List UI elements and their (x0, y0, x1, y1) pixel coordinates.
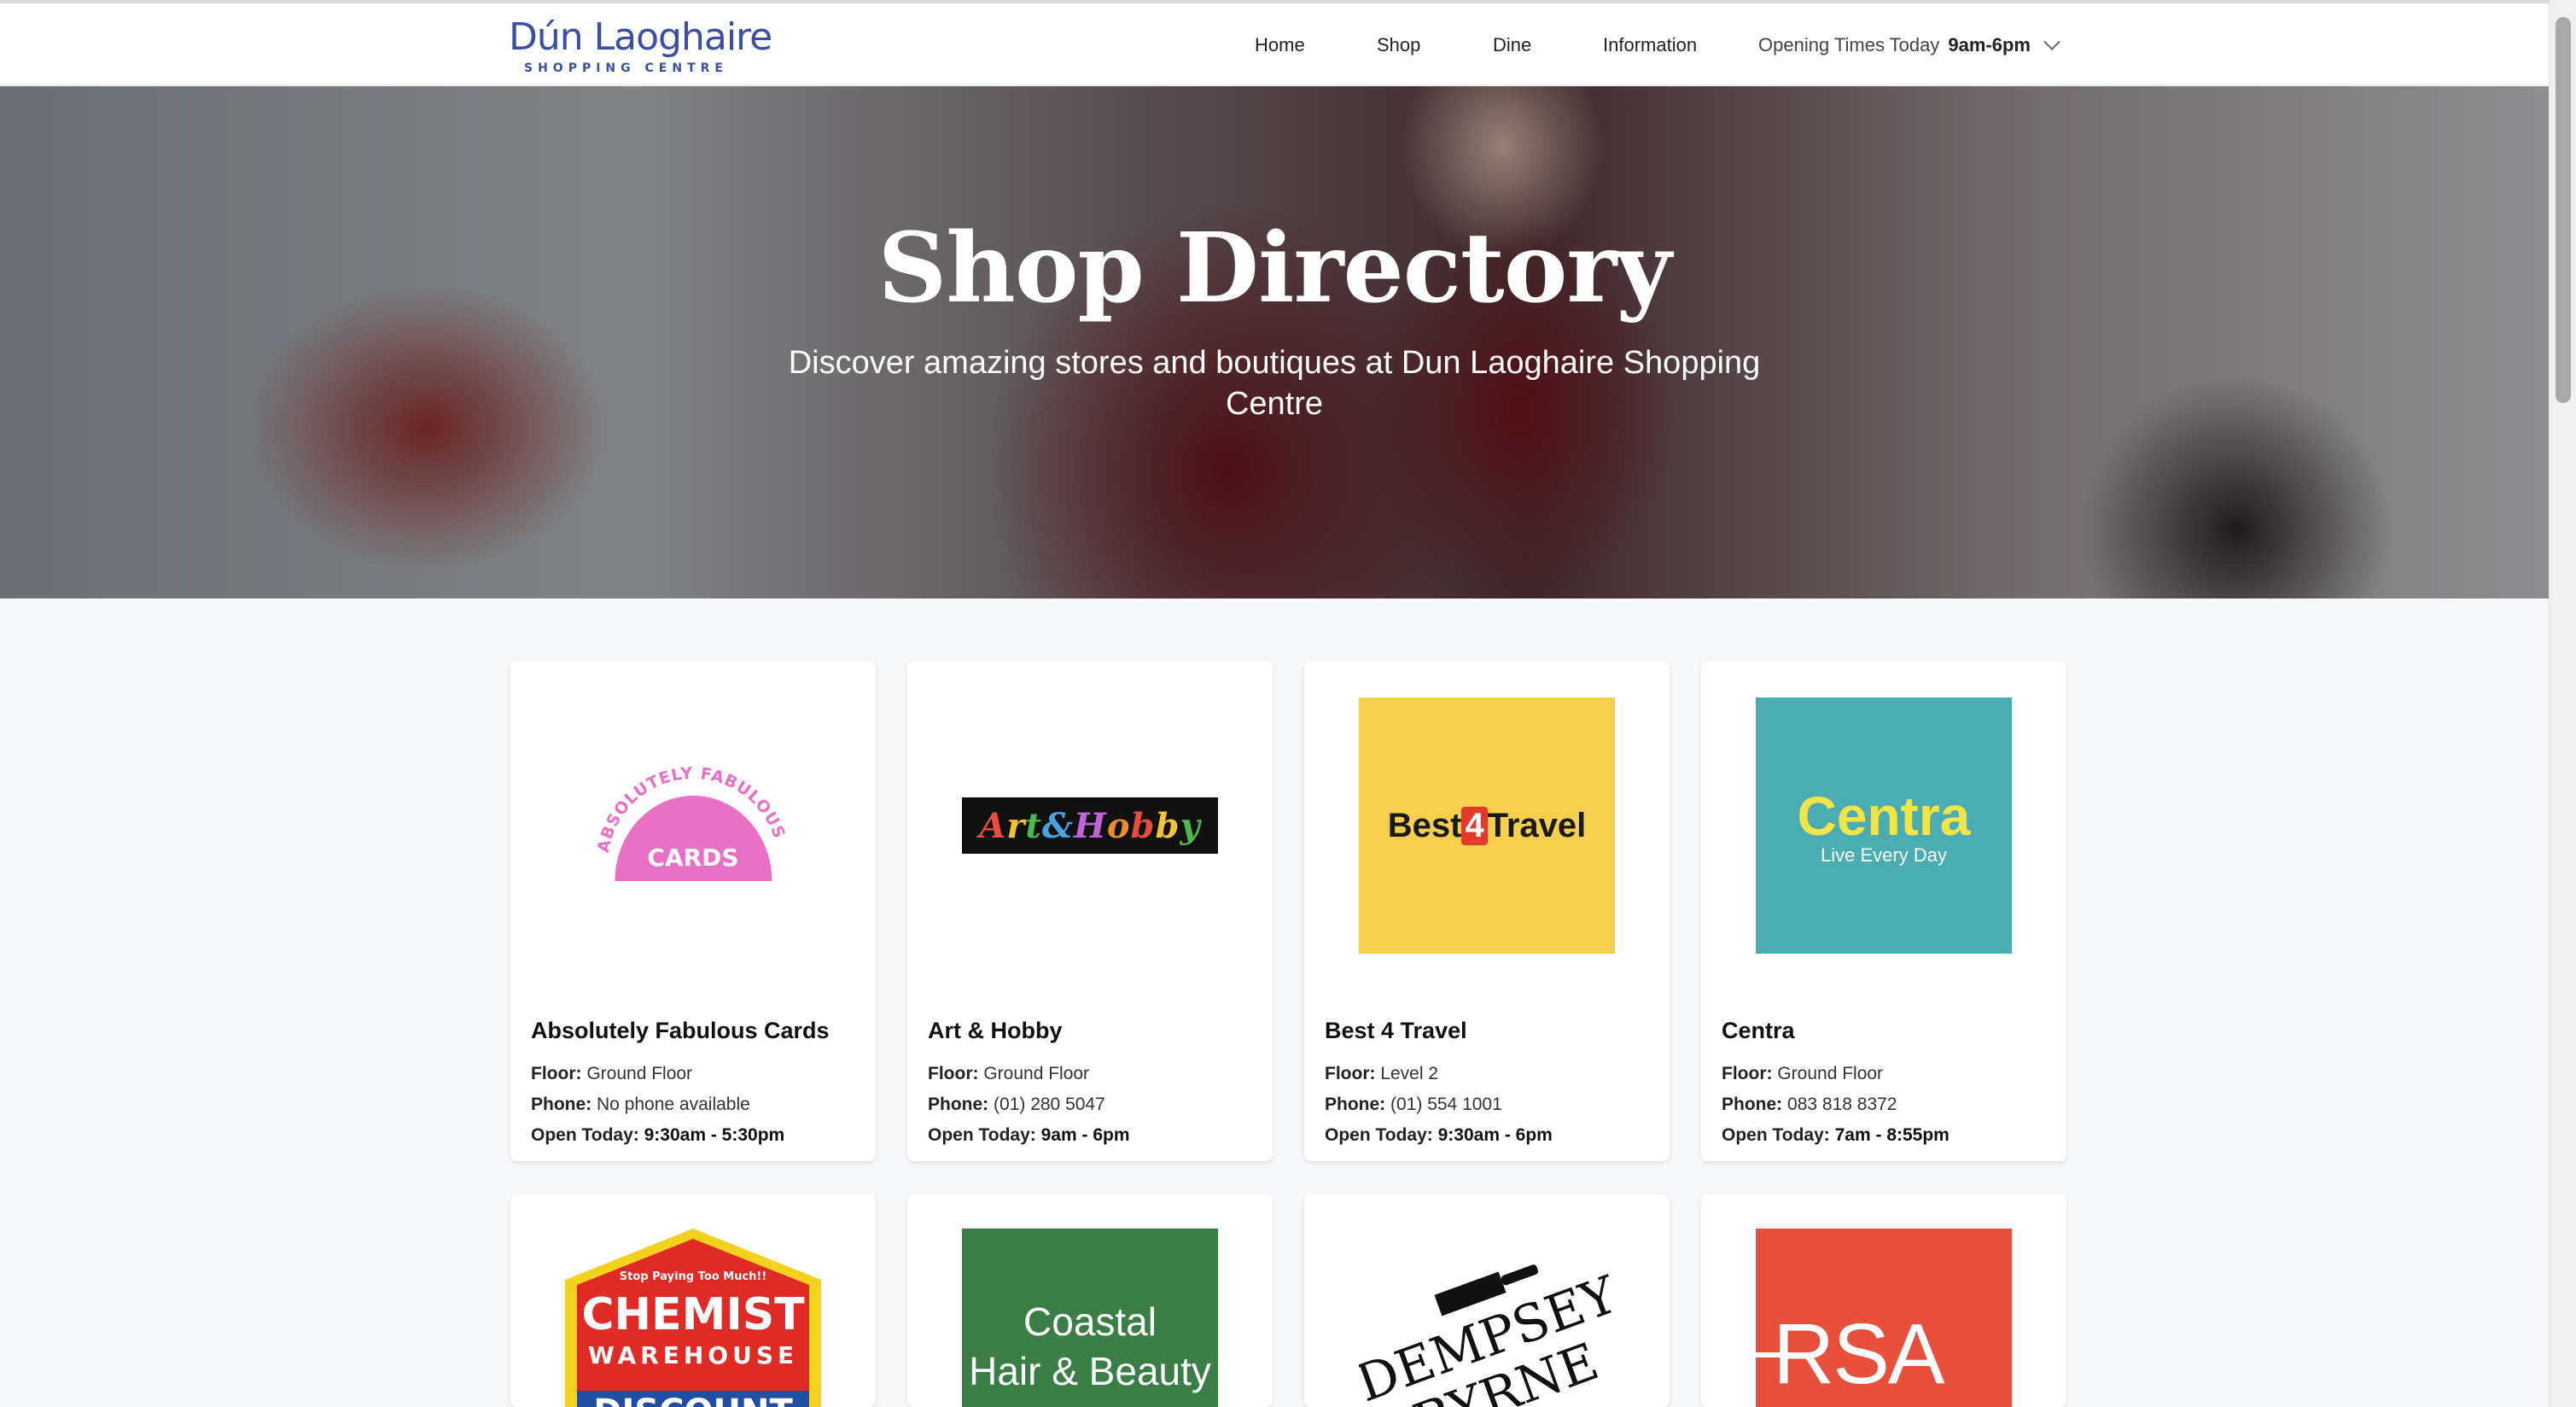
nav-home[interactable]: Home (1255, 34, 1305, 56)
svg-text:WAREHOUSE: WAREHOUSE (588, 1341, 798, 1369)
shop-card[interactable]: RSA (1701, 1194, 2066, 1407)
svg-text:Stop Paying Too Much!!: Stop Paying Too Much!! (620, 1270, 766, 1283)
shop-phone: Phone: 083 818 8372 (1722, 1095, 1897, 1114)
page-title: Shop Directory (877, 213, 1672, 324)
opening-times-label: Opening Times Today (1758, 34, 1940, 55)
shop-logo: Best 4 Travel (1304, 661, 1670, 990)
art-and-hobby-logo: Art&Hobby (962, 797, 1218, 854)
opening-times-value: 9am-6pm (1948, 34, 2031, 55)
shop-floor: Floor: Ground Floor (928, 1064, 1090, 1083)
shop-name: Art & Hobby (928, 1018, 1063, 1043)
logo-subtitle: SHOPPING CENTRE (524, 61, 728, 75)
shop-hours: Open Today: 9:30am - 5:30pm (531, 1125, 785, 1145)
nav-dine[interactable]: Dine (1493, 34, 1531, 56)
centra-logo: Centra Live Every Day (1756, 698, 2012, 954)
nav-information[interactable]: Information (1603, 34, 1697, 56)
art-and-hobby-logo-text: Art&Hobby (979, 806, 1200, 846)
svg-text:DISCOUNT: DISCOUNT (593, 1392, 793, 1407)
shop-card[interactable]: Art&Hobby Art & Hobby Floor: Ground Floo… (907, 661, 1273, 1161)
logo-letter: r (1006, 805, 1026, 846)
svg-text:CARDS: CARDS (647, 844, 738, 872)
shop-card[interactable]: ABSOLUTELY FABULOUS CARDS Absolutely Fab… (510, 661, 876, 1161)
shop-floor: Floor: Ground Floor (531, 1064, 693, 1083)
shop-floor: Floor: Ground Floor (1722, 1064, 1884, 1083)
shop-card[interactable]: Coastal Hair & Beauty (907, 1194, 1273, 1407)
logo-letter: H (1074, 805, 1107, 846)
best-4-travel-logo: Best 4 Travel (1359, 698, 1615, 954)
shop-name: Best 4 Travel (1325, 1018, 1467, 1043)
chemist-warehouse-logo: Stop Paying Too Much!! CHEMIST WAREHOUSE… (565, 1229, 821, 1407)
logo-letter: & (1041, 805, 1075, 846)
suitcase-icon: 4 (1461, 806, 1488, 845)
dempsey-byrne-logo: DEMPSEY BYRNE (1359, 1264, 1615, 1407)
rsa-logo: RSA (1756, 1229, 2012, 1407)
shop-logo: Art&Hobby (907, 661, 1273, 990)
logo-letter: b (1155, 805, 1180, 846)
shop-name: Absolutely Fabulous Cards (531, 1018, 830, 1043)
shop-card[interactable]: Centra Live Every Day Centra Floor: Grou… (1701, 661, 2066, 1161)
shop-logo: Centra Live Every Day (1701, 661, 2066, 990)
logo-letter: t (1025, 805, 1042, 846)
shop-floor: Floor: Level 2 (1325, 1064, 1439, 1083)
absolutely-fabulous-cards-logo: ABSOLUTELY FABULOUS CARDS (594, 764, 788, 881)
shop-card[interactable]: Stop Paying Too Much!! CHEMIST WAREHOUSE… (510, 1194, 876, 1407)
page-scrollbar[interactable] (2549, 0, 2576, 1407)
shop-phone: Phone: (01) 554 1001 (1325, 1095, 1502, 1114)
coastal-hair-beauty-logo: Coastal Hair & Beauty (962, 1229, 1218, 1407)
shop-card[interactable]: Best 4 Travel Best 4 Travel Floor: Level 2… (1304, 661, 1670, 1161)
logo-letter: y (1180, 805, 1201, 846)
hero-banner: Shop Directory Discover amazing stores a… (0, 86, 2549, 598)
shop-name: Centra (1722, 1018, 1795, 1043)
logo-letter: o (1106, 805, 1131, 846)
shop-phone: Phone: No phone available (531, 1095, 750, 1114)
opening-times-dropdown[interactable]: Opening Times Today 9am-6pm (1758, 33, 2060, 56)
scrollbar-thumb[interactable] (2556, 17, 2571, 403)
shop-card[interactable]: DEMPSEY BYRNE (1304, 1194, 1670, 1407)
nav-shop[interactable]: Shop (1377, 34, 1420, 56)
site-logo[interactable]: Dún Laoghaire SHOPPING CENTRE (509, 15, 772, 75)
site-header: Dún Laoghaire SHOPPING CENTRE Home Shop … (0, 3, 2549, 85)
shop-phone: Phone: (01) 280 5047 (928, 1095, 1105, 1114)
logo-letter: b (1130, 805, 1156, 846)
shop-hours: Open Today: 9am - 6pm (928, 1125, 1130, 1145)
chevron-down-icon (2043, 33, 2060, 50)
shop-hours: Open Today: 9:30am - 6pm (1325, 1125, 1553, 1145)
svg-text:CHEMIST: CHEMIST (581, 1289, 805, 1340)
logo-wordmark: Dún Laoghaire (509, 15, 772, 59)
page-subtitle: Discover amazing stores and boutiques at… (788, 345, 1761, 422)
shop-hours: Open Today: 7am - 8:55pm (1722, 1125, 1949, 1145)
shop-logo: ABSOLUTELY FABULOUS CARDS (510, 661, 876, 990)
logo-letter: A (979, 805, 1007, 846)
